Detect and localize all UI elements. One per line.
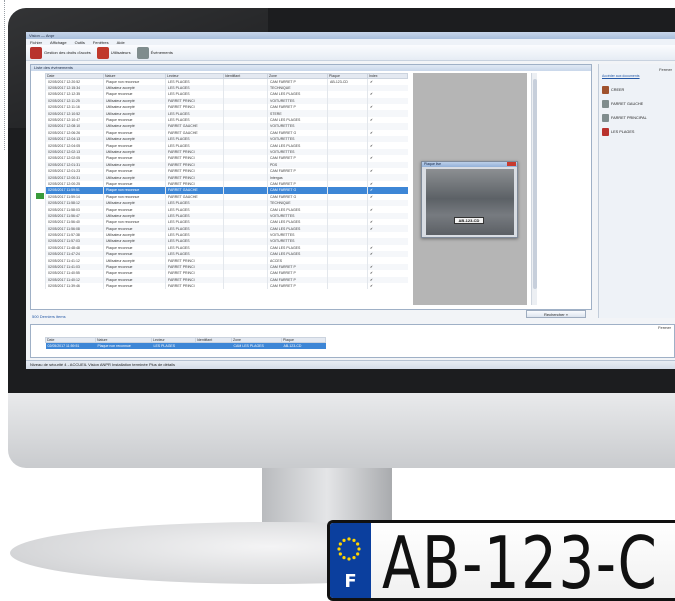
window-title-bar: Vision — Anpr: [26, 32, 675, 39]
table-cell: [195, 342, 232, 349]
plate-image-popup[interactable]: Plaque live AB-123-CD: [421, 161, 518, 238]
product-scene: Vision — Anpr Fichier Affichage Outils Fenê…: [0, 0, 675, 601]
eu-star: [342, 538, 346, 542]
eu-star: [356, 552, 360, 556]
alarm-panel: Fermer Date Nature Lecteur Identifiant Zone P…: [30, 324, 675, 358]
events-table: Date Nature Lecteur Identifiant Zone Plaque In…: [45, 73, 408, 290]
eu-star: [337, 547, 341, 551]
eu-star: [342, 556, 346, 560]
side-panel: Fermer Accéder aux documents CREER FARRET…: [598, 64, 675, 318]
menu-item-0[interactable]: Fichier: [30, 40, 42, 45]
toolbar-label: Gestion des droits d'accès: [44, 50, 91, 55]
image-pane: Plaque live AB-123-CD: [413, 73, 527, 305]
table-cell: ✔: [367, 283, 408, 290]
table-cell: [327, 283, 368, 290]
plate-thumb-text: AB-123-CD: [454, 217, 484, 224]
alarm-table: Date Nature Lecteur Identifiant Zone Plaque 0…: [45, 337, 326, 349]
table-row[interactable]: 02/05/2017 11:39:46 Plaque reconnue FARRET…: [45, 283, 408, 290]
toolbar-button-1[interactable]: Utilisateurs: [96, 46, 131, 59]
eu-star: [347, 557, 351, 561]
eu-star: [357, 547, 361, 551]
reader-icon: [602, 100, 609, 108]
side-item-label: FARRET PRINCIPAL: [611, 116, 647, 120]
menu-item-4[interactable]: Aide: [117, 40, 125, 45]
toolbar-label: Utilisateurs: [110, 50, 131, 55]
popup-title: Plaque live: [424, 162, 442, 166]
table-cell: CAM LES PLAGES: [231, 342, 282, 349]
eu-band: F: [330, 523, 371, 598]
side-item-1[interactable]: FARRET GAUCHE: [602, 100, 643, 108]
events-panel-title: Liste des événements: [31, 65, 591, 71]
monitor-chin: [8, 393, 675, 468]
reader-icon: [602, 128, 609, 136]
toolbar-icon: [136, 46, 149, 59]
menu-item-2[interactable]: Outils: [75, 40, 85, 45]
toolbar-icon: [30, 46, 42, 59]
eu-star: [338, 552, 342, 556]
eu-star: [347, 537, 351, 541]
selected-row-marker: [36, 193, 44, 199]
toolbar-button-0[interactable]: Gestion des droits d'accès: [30, 46, 91, 59]
menu-item-3[interactable]: Fenêtres: [93, 40, 109, 45]
country-code: F: [344, 571, 357, 592]
eu-star: [356, 542, 360, 546]
events-panel: Liste des événements Date Nature Lecteur Id…: [30, 64, 592, 310]
alarm-row[interactable]: 02/05/2017 11:59:51 Plaque non reconnue LE…: [45, 342, 326, 349]
eu-star: [352, 538, 356, 542]
table-cell: 02/05/2017 11:39:46: [45, 283, 104, 290]
window-title: Vision — Anpr: [29, 33, 55, 38]
table-cell: Plaque non reconnue: [95, 342, 152, 349]
last-items-link[interactable]: 500 Derniers items: [32, 314, 66, 319]
table-cell: CAM FARRET P: [267, 283, 328, 290]
toolbar-label: Événements: [150, 50, 173, 55]
menu-item-1[interactable]: Affichage: [50, 40, 67, 45]
side-panel-close[interactable]: Fermer: [659, 67, 672, 72]
app-window: Vision — Anpr Fichier Affichage Outils Fenê…: [26, 32, 675, 369]
events-scrollbar[interactable]: [531, 73, 537, 305]
table-cell: 02/05/2017 11:59:51: [45, 342, 96, 349]
table-cell: Plaque reconnue: [103, 283, 166, 290]
eu-stars-icon: [337, 537, 361, 561]
popup-title-bar: Plaque live: [422, 162, 517, 167]
side-item-2[interactable]: FARRET PRINCIPAL: [602, 114, 647, 122]
license-plate: F AB-123-C: [327, 520, 675, 601]
reader-icon: [602, 86, 609, 94]
toolbar-icon: [96, 46, 109, 59]
table-cell: LES PLAGES: [151, 342, 196, 349]
table-cell: AB-123-CD: [281, 342, 326, 349]
side-item-label: FARRET GAUCHE: [611, 102, 644, 106]
reader-icon: [602, 114, 609, 122]
side-item-label: CREER: [611, 88, 625, 92]
car-photo: AB-123-CD: [426, 169, 514, 235]
search-button[interactable]: Rechercher »: [526, 310, 586, 318]
eu-star: [338, 542, 342, 546]
table-cell: FARRET PRINCI: [165, 283, 224, 290]
documents-link[interactable]: Accéder aux documents: [602, 74, 640, 78]
scrollbar-thumb[interactable]: [533, 79, 537, 289]
side-item-3[interactable]: LES PLAGES: [602, 128, 634, 136]
side-item-0[interactable]: CREER: [602, 86, 624, 94]
dotted-guide-line: [4, 0, 5, 150]
eu-star: [352, 556, 356, 560]
status-bar: Niveau de sécurité 4 - ACCUEIL Vision AN…: [26, 360, 675, 369]
side-item-label: LES PLAGES: [611, 130, 635, 134]
toolbar-button-2[interactable]: Événements: [136, 46, 173, 59]
close-icon[interactable]: [507, 162, 516, 166]
alarm-panel-close[interactable]: Fermer: [658, 325, 671, 330]
toolbar: Gestion des droits d'accès Utilisateurs Év…: [26, 45, 675, 61]
table-cell: [223, 283, 268, 290]
plate-number: AB-123-C: [382, 521, 659, 601]
